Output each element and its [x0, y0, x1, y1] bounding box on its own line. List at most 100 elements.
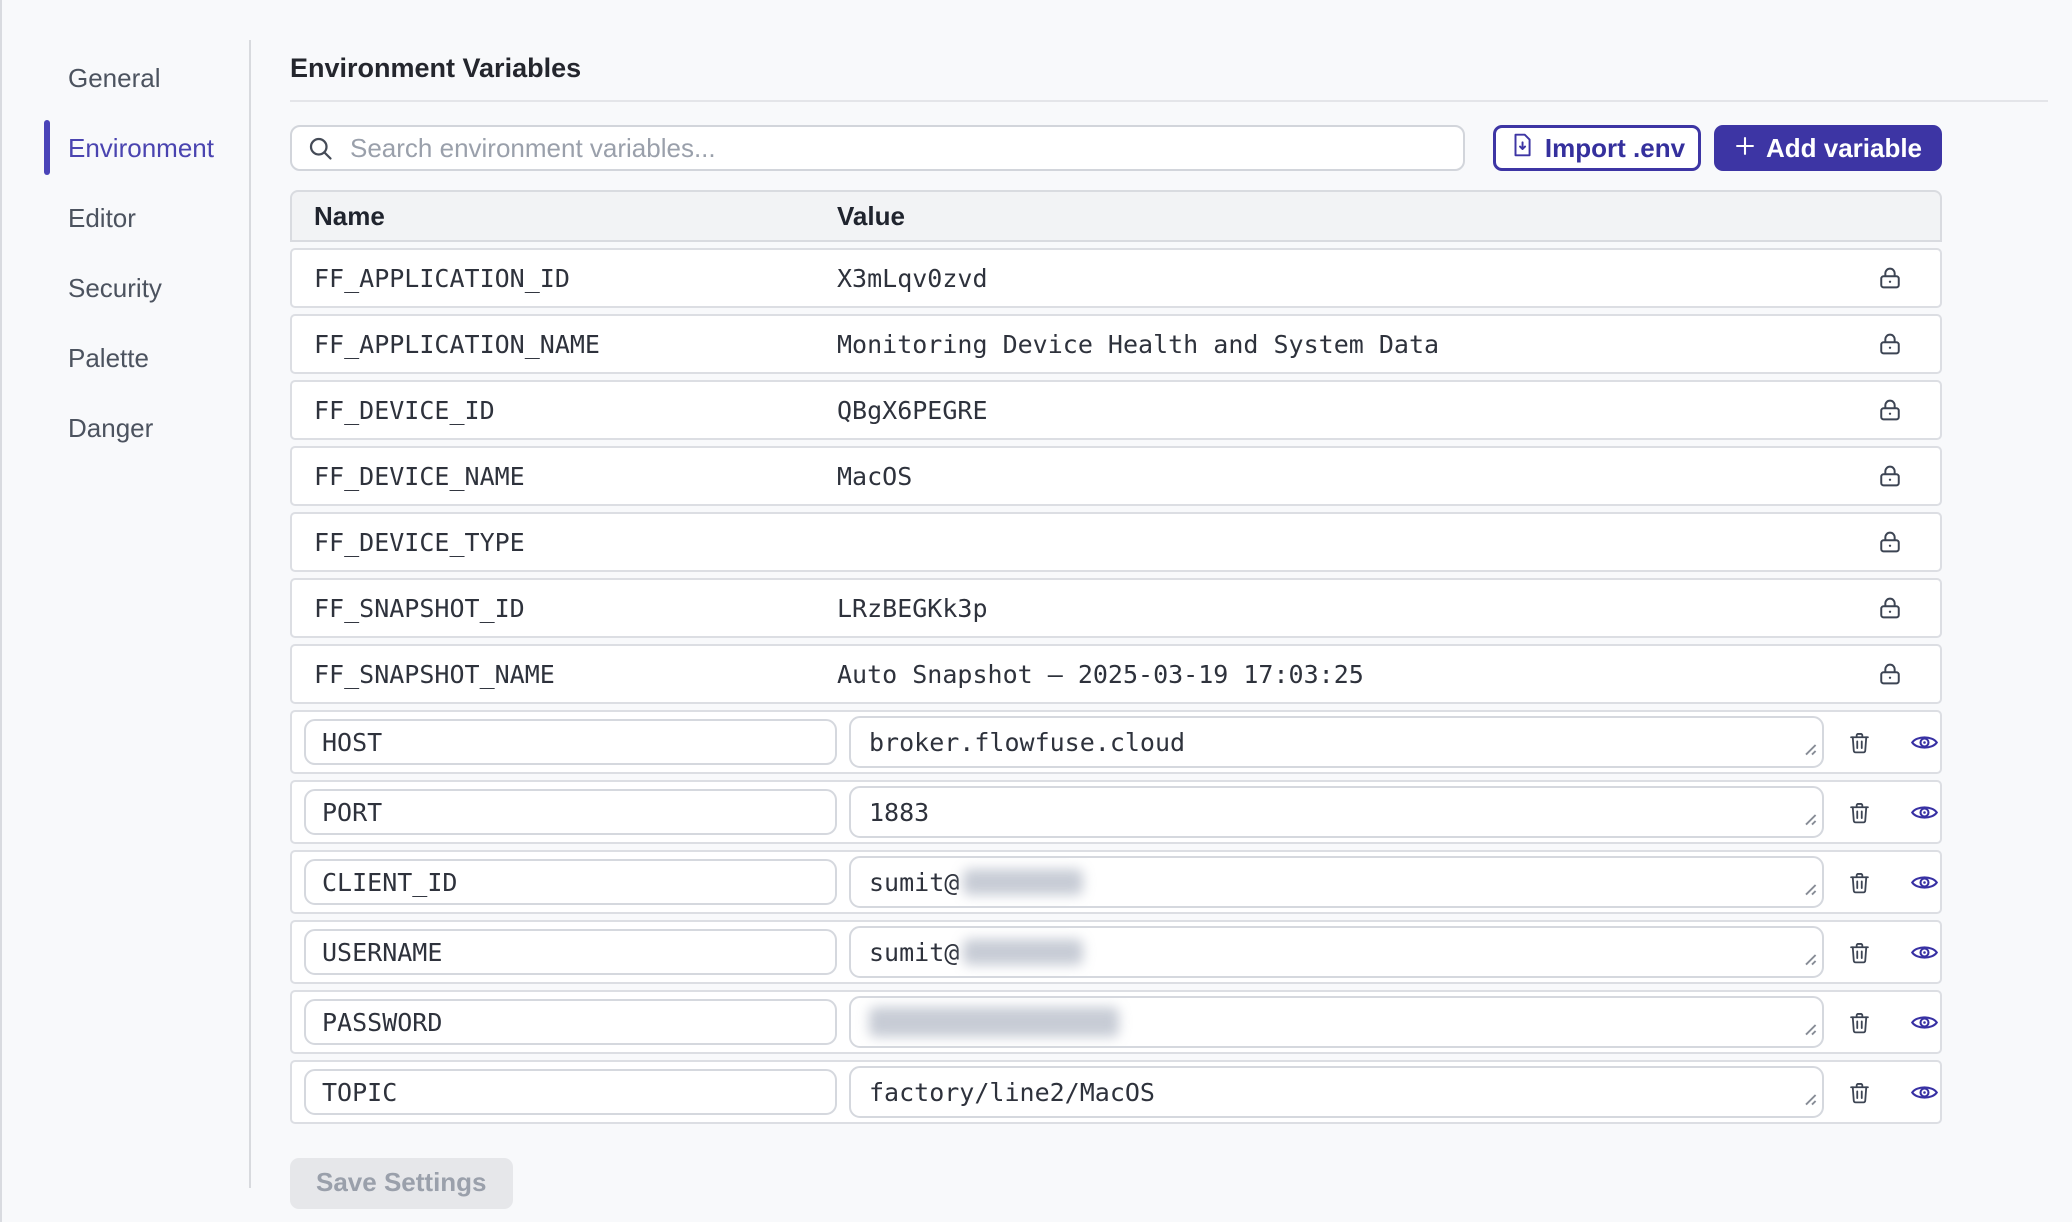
- sidebar-item-label: Danger: [68, 413, 153, 444]
- reveal-value-button[interactable]: [1909, 797, 1940, 828]
- table-row: sumit@: [290, 920, 1942, 984]
- env-name-input[interactable]: [304, 719, 837, 765]
- env-value: LRzBEGKk3p: [837, 594, 1840, 623]
- lock-icon: [1840, 660, 1940, 688]
- reveal-value-button[interactable]: [1909, 1077, 1940, 1108]
- table-row: broker.flowfuse.cloud: [290, 710, 1942, 774]
- search-icon: [306, 134, 336, 169]
- env-value-text: broker.flowfuse.cloud: [869, 728, 1185, 757]
- import-env-label: Import .env: [1545, 133, 1685, 164]
- env-value: QBgX6PEGRE: [837, 396, 1840, 425]
- resize-grip-icon[interactable]: [1800, 809, 1818, 832]
- env-value-input[interactable]: sumit@: [849, 926, 1824, 978]
- lock-icon: [1840, 264, 1940, 292]
- table-row: FF_APPLICATION_NAME Monitoring Device He…: [290, 314, 1942, 374]
- env-value: X3mLqv0zvd: [837, 264, 1840, 293]
- lock-icon: [1840, 594, 1940, 622]
- sidebar-item-danger[interactable]: Danger: [68, 393, 228, 463]
- env-name: FF_SNAPSHOT_NAME: [292, 660, 837, 689]
- table-row: FF_APPLICATION_ID X3mLqv0zvd: [290, 248, 1942, 308]
- sidebar-item-palette[interactable]: Palette: [68, 323, 228, 393]
- sidebar-item-label: General: [68, 63, 161, 94]
- env-name: FF_APPLICATION_NAME: [292, 330, 837, 359]
- search-input[interactable]: [290, 125, 1465, 171]
- resize-grip-icon[interactable]: [1800, 949, 1818, 972]
- table-header: Name Value: [290, 190, 1942, 242]
- active-tab-indicator: [44, 120, 50, 175]
- table-row: FF_SNAPSHOT_NAME Auto Snapshot – 2025-03…: [290, 644, 1942, 704]
- table-row: FF_SNAPSHOT_ID LRzBEGKk3p: [290, 578, 1942, 638]
- settings-page: General Environment Editor Security Pale…: [0, 0, 2072, 1222]
- env-value-input[interactable]: 1883: [849, 786, 1824, 838]
- sidebar-item-label: Palette: [68, 343, 149, 374]
- redacted-value: [963, 869, 1083, 895]
- env-name: FF_DEVICE_ID: [292, 396, 837, 425]
- lock-icon: [1840, 396, 1940, 424]
- column-header-value: Value: [837, 201, 1940, 232]
- delete-variable-button[interactable]: [1846, 869, 1873, 896]
- sidebar-item-environment[interactable]: Environment: [68, 113, 228, 183]
- import-env-button[interactable]: Import .env: [1493, 125, 1701, 171]
- env-value-input[interactable]: [849, 996, 1824, 1048]
- env-name-input[interactable]: [304, 999, 837, 1045]
- page-title: Environment Variables: [290, 54, 2048, 82]
- table-row: factory/line2/MacOS: [290, 1060, 1942, 1124]
- env-toolbar: Import .env Add variable: [290, 125, 1942, 171]
- env-name-input[interactable]: [304, 859, 837, 905]
- env-name-input[interactable]: [304, 789, 837, 835]
- save-settings-button[interactable]: Save Settings: [290, 1158, 513, 1209]
- env-value-text: factory/line2/MacOS: [869, 1078, 1155, 1107]
- reveal-value-button[interactable]: [1909, 727, 1940, 758]
- env-value-input[interactable]: factory/line2/MacOS: [849, 1066, 1824, 1118]
- reveal-value-button[interactable]: [1909, 937, 1940, 968]
- env-name: FF_SNAPSHOT_ID: [292, 594, 837, 623]
- delete-variable-button[interactable]: [1846, 799, 1873, 826]
- table-row: FF_DEVICE_TYPE: [290, 512, 1942, 572]
- delete-variable-button[interactable]: [1846, 1079, 1873, 1106]
- resize-grip-icon[interactable]: [1800, 879, 1818, 902]
- env-value-input[interactable]: broker.flowfuse.cloud: [849, 716, 1824, 768]
- resize-grip-icon[interactable]: [1800, 1019, 1818, 1042]
- env-variables-table: Name Value FF_APPLICATION_ID X3mLqv0zvd …: [290, 190, 1942, 1124]
- reveal-value-button[interactable]: [1909, 867, 1940, 898]
- env-name-input[interactable]: [304, 929, 837, 975]
- delete-variable-button[interactable]: [1846, 939, 1873, 966]
- add-variable-button[interactable]: Add variable: [1714, 125, 1942, 171]
- lock-icon: [1840, 462, 1940, 490]
- env-value-text: 1883: [869, 798, 929, 827]
- settings-sidebar: General Environment Editor Security Pale…: [68, 43, 228, 463]
- table-row: 1883: [290, 780, 1942, 844]
- env-value-input[interactable]: sumit@: [849, 856, 1824, 908]
- table-row: FF_DEVICE_ID QBgX6PEGRE: [290, 380, 1942, 440]
- file-import-icon: [1509, 132, 1535, 165]
- resize-grip-icon[interactable]: [1800, 1089, 1818, 1112]
- table-row: sumit@: [290, 850, 1942, 914]
- delete-variable-button[interactable]: [1846, 729, 1873, 756]
- plus-icon: [1734, 133, 1756, 164]
- redacted-value: [869, 1007, 1119, 1037]
- env-value: MacOS: [837, 462, 1840, 491]
- add-variable-label: Add variable: [1766, 133, 1922, 164]
- sidebar-item-label: Editor: [68, 203, 136, 234]
- env-name: FF_APPLICATION_ID: [292, 264, 837, 293]
- sidebar-divider: [249, 40, 251, 1188]
- env-name-input[interactable]: [304, 1069, 837, 1115]
- env-value: Monitoring Device Health and System Data: [837, 330, 1840, 359]
- search-box: [290, 125, 1465, 171]
- sidebar-item-editor[interactable]: Editor: [68, 183, 228, 253]
- column-header-name: Name: [292, 201, 837, 232]
- env-name: FF_DEVICE_TYPE: [292, 528, 837, 557]
- reveal-value-button[interactable]: [1909, 1007, 1940, 1038]
- lock-icon: [1840, 528, 1940, 556]
- redacted-value: [963, 939, 1083, 965]
- delete-variable-button[interactable]: [1846, 1009, 1873, 1036]
- title-divider: [290, 100, 2048, 102]
- sidebar-item-label: Security: [68, 273, 162, 304]
- table-row: [290, 990, 1942, 1054]
- env-value-text: sumit@: [869, 868, 959, 897]
- sidebar-item-general[interactable]: General: [68, 43, 228, 113]
- resize-grip-icon[interactable]: [1800, 739, 1818, 762]
- environment-panel: Environment Variables Impor: [290, 54, 2048, 1209]
- env-name: FF_DEVICE_NAME: [292, 462, 837, 491]
- sidebar-item-security[interactable]: Security: [68, 253, 228, 323]
